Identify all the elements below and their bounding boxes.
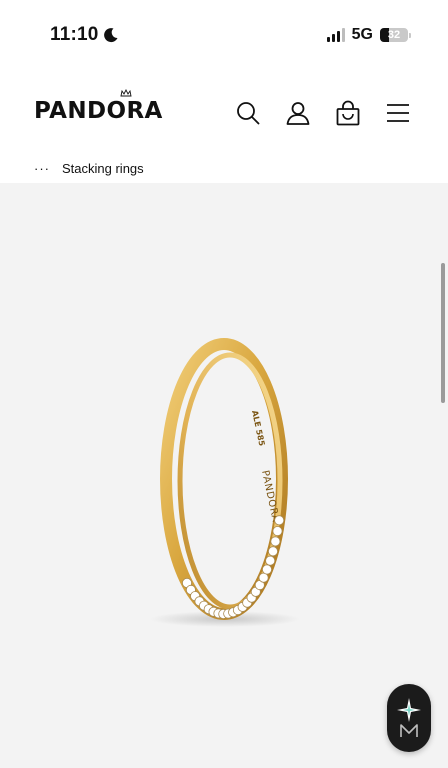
breadcrumb-current[interactable]: Stacking rings — [62, 161, 144, 176]
pave-stone — [274, 515, 285, 526]
pave-stone — [267, 546, 278, 557]
pave-stone — [265, 555, 276, 566]
product-image[interactable]: ALE 585 PANDORA — [0, 183, 448, 768]
pave-stone — [272, 526, 283, 537]
assistant-button[interactable] — [387, 684, 431, 752]
search-icon[interactable] — [236, 101, 260, 125]
scrollbar[interactable] — [441, 263, 445, 403]
ring-engraving-inner: ALE 585 — [250, 410, 266, 448]
header-actions — [236, 100, 410, 126]
breadcrumb-more-button[interactable]: ··· — [34, 162, 50, 175]
logo-text: PANDORA — [34, 98, 163, 124]
status-time: 11:10 — [50, 24, 119, 46]
battery-label: 32 — [387, 29, 401, 41]
crown-icon — [120, 89, 132, 97]
ring-image: ALE 585 PANDORA — [150, 338, 300, 627]
pave-stone — [261, 564, 272, 575]
menu-icon[interactable] — [386, 103, 410, 123]
bag-icon[interactable] — [336, 100, 360, 126]
brand-logo[interactable]: PANDORA — [34, 89, 163, 124]
sparkle-m-icon — [397, 698, 421, 737]
signal-icon — [326, 28, 345, 42]
moon-icon — [103, 28, 118, 43]
site-header: PANDORA — [0, 72, 448, 152]
status-bar: 11:10 5G 32 — [0, 0, 448, 72]
pave-stone — [270, 536, 281, 547]
breadcrumb: ··· Stacking rings — [34, 158, 144, 178]
battery-icon: 32 — [380, 28, 411, 42]
pave-stones — [182, 515, 285, 619]
network-label: 5G — [351, 26, 373, 43]
clock-text: 11:10 — [50, 24, 99, 45]
status-indicators: 5G 32 — [326, 26, 411, 44]
account-icon[interactable] — [286, 101, 310, 125]
